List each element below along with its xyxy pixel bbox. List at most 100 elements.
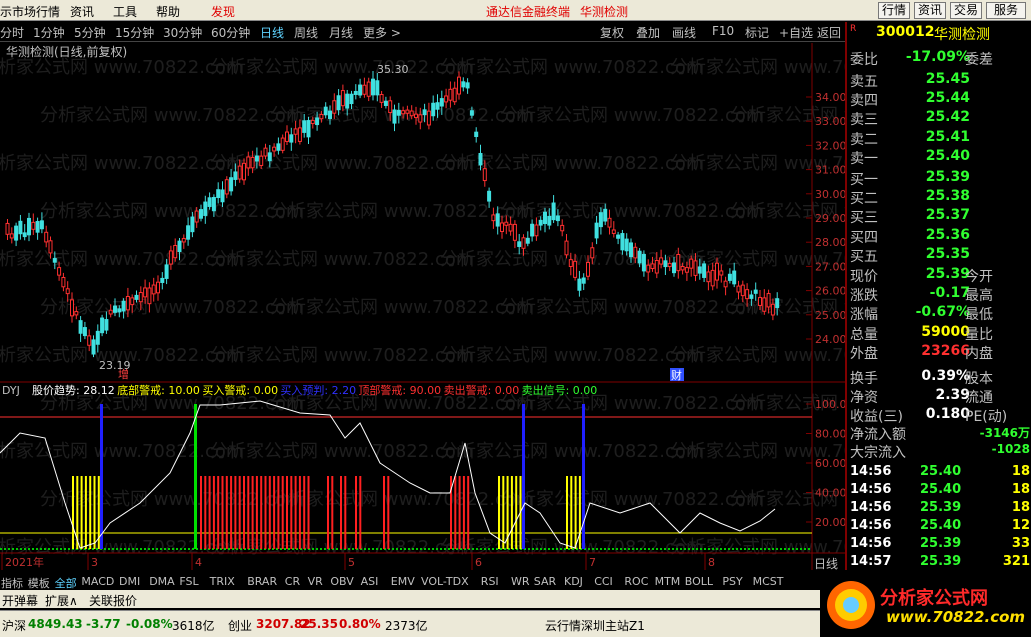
period-timeshare[interactable]: 分时 [0,24,24,41]
candle [732,270,737,285]
signal-bar [221,476,224,549]
overlay-button[interactable]: 叠加 [636,24,660,41]
signal-bar [344,476,347,549]
indicator-tab[interactable]: MTM [655,575,681,588]
tick-row: 14:56 25.40 12 [850,518,1030,537]
indicator-tab[interactable]: OBV [330,575,353,588]
signal-bar [264,476,267,549]
tick-time: 14:57 [850,554,892,569]
period-1min[interactable]: 1分钟 [33,24,65,41]
indicator-tab[interactable]: ROC [624,575,648,588]
expand-button[interactable]: 扩展∧ [45,592,78,609]
kline-chart-area[interactable]: 分析家公式网 www.70822.com 分析家公式网 www.70822.com… [0,43,993,571]
weibi-label: 委比 [850,52,878,68]
candle [659,257,664,265]
candle [267,152,272,162]
related-quote-button[interactable]: 关联报价 [89,592,137,609]
candle [375,80,380,96]
menu-news[interactable]: 资讯 [70,3,94,20]
candle [57,267,62,276]
marker-cai[interactable]: 财 [671,368,682,382]
quote-button[interactable]: 行情 [878,2,910,19]
signal-bar [331,476,334,549]
menu-tools[interactable]: 工具 [113,3,137,20]
sh-pct: -0.08% [126,617,173,631]
period-5min[interactable]: 5分钟 [74,24,106,41]
f10-button[interactable]: F10 [712,24,734,38]
period-daily[interactable]: 日线 [260,24,284,41]
period-15min[interactable]: 15分钟 [115,24,154,41]
indicator-tab[interactable]: CCI [594,575,613,588]
bid-row-value: 25.37 [925,207,970,224]
indicator-tab[interactable]: BOLL [685,575,713,588]
candle [349,93,354,105]
indicator-tab[interactable]: 指标 [1,575,23,591]
indicator-tab[interactable]: CR [285,575,300,588]
candle [186,225,191,240]
trade-button[interactable]: 交易 [950,2,982,19]
stat-row-value: 59000 [921,323,970,340]
indicator-tab[interactable]: EMV [391,575,415,588]
tick-volume: 18 [1011,482,1030,497]
menu-help[interactable]: 帮助 [156,3,180,20]
candle [246,156,251,169]
draw-line-button[interactable]: 画线 [672,24,696,41]
danmaku-button[interactable]: 开弹幕 [2,592,38,609]
period-30min[interactable]: 30分钟 [163,24,202,41]
menu-link-stock[interactable]: 华测检测 [580,3,628,20]
signal-line [582,404,585,549]
server-status[interactable]: 云行情深圳主站Z1 [545,617,645,634]
period-60min[interactable]: 60分钟 [211,24,250,41]
indicator-tab[interactable]: MACD [81,575,114,588]
menu-market[interactable]: 示市场行情 [0,3,60,20]
candle [285,131,289,142]
watermark-text: 分析家公式网 www.70822.com [440,57,703,78]
candle [9,233,14,239]
indicator-tab[interactable]: PSY [722,575,742,588]
chart-svg[interactable]: 分析家公式网 www.70822.com 分析家公式网 www.70822.com… [0,43,993,571]
indicator-tab[interactable]: 模板 [28,575,50,591]
indicator-tab[interactable]: VR [308,575,323,588]
stat-row-label: 涨跌 [850,288,878,305]
candle [383,100,388,106]
service-button[interactable]: 服务 [986,2,1026,19]
period-more[interactable]: 更多 > [363,24,401,41]
indicator-tab[interactable]: 全部 [55,575,77,591]
menu-discover[interactable]: 发现 [211,3,235,20]
candle [745,289,750,300]
indicator-tab[interactable]: VOL-TDX [421,575,469,588]
period-weekly[interactable]: 周线 [294,24,318,41]
x-tick-label: 7 [589,556,596,569]
indicator-tab[interactable]: RSI [481,575,499,588]
back-button[interactable]: 返回 [817,24,841,41]
indicator-tab[interactable]: TRIX [210,575,235,588]
indicator-tab[interactable]: DMI [119,575,140,588]
indicator-name[interactable]: DYJ [2,384,20,397]
watermark-text: 分析家公式网 www.70822.com [0,441,243,462]
tick-row: 14:57 25.39 321 [850,554,1030,573]
indicator-tab[interactable]: WR [511,575,530,588]
menu-link-terminal[interactable]: 通达信金融终端 [486,3,570,20]
candle [138,292,143,303]
candle [379,94,384,103]
indicator-tab[interactable]: FSL [179,575,198,588]
period-monthly[interactable]: 月线 [329,24,353,41]
ask-row-label: 卖五 [850,74,878,90]
candle [758,297,762,306]
marker-zeng[interactable]: 增 [118,367,129,381]
indicator-tab[interactable]: ASI [361,575,379,588]
indicator-tab[interactable]: SAR [534,575,556,588]
news-button[interactable]: 资讯 [914,2,946,19]
indicator-tab[interactable]: BRAR [247,575,277,588]
watermark-text: 分析家公式网 www.70822.com [0,537,243,558]
indicator-tab[interactable]: DMA [149,575,175,588]
candle [203,201,208,216]
candle [469,110,474,116]
high-price-label: 35.30 [377,63,409,76]
adjust-button[interactable]: 复权 [600,24,624,41]
add-favorite-button[interactable]: +自选 [779,24,813,41]
indicator-tab[interactable]: KDJ [564,575,583,588]
indicator-tab[interactable]: MCST [753,575,784,588]
mark-button[interactable]: 标记 [745,24,769,41]
candle [323,106,328,116]
